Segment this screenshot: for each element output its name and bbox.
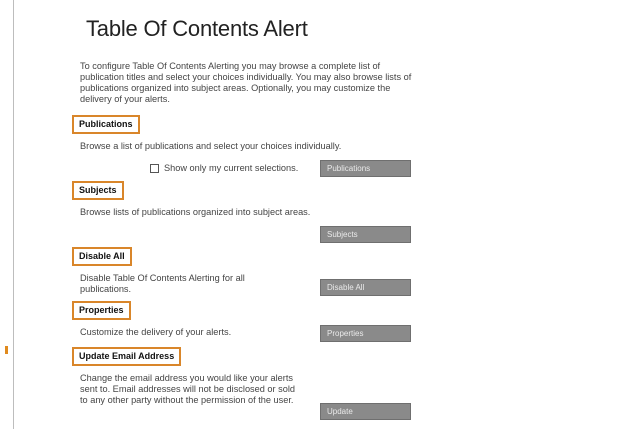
- properties-heading: Properties: [72, 301, 131, 320]
- publications-description: Browse a list of publications and select…: [80, 141, 342, 151]
- disable-all-description: Disable Table Of Contents Alerting for a…: [80, 273, 245, 294]
- show-current-selections-checkbox[interactable]: [150, 163, 159, 173]
- update-button[interactable]: Update: [320, 403, 411, 420]
- update-email-heading: Update Email Address: [72, 347, 182, 366]
- page-frame: Table Of Contents Alert To configure Tab…: [0, 0, 644, 429]
- show-current-selections-row[interactable]: Show only my current selections.: [150, 163, 298, 173]
- publications-heading: Publications: [72, 115, 140, 134]
- edge-marker: [5, 346, 8, 354]
- show-current-selections-label: Show only my current selections.: [164, 163, 299, 173]
- page-title: Table Of Contents Alert: [86, 16, 308, 41]
- properties-description: Customize the delivery of your alerts.: [80, 327, 232, 337]
- subjects-button[interactable]: Subjects: [320, 226, 411, 243]
- subjects-heading: Subjects: [72, 181, 124, 200]
- publications-button[interactable]: Publications: [320, 160, 411, 177]
- disable-all-heading: Disable All: [72, 247, 132, 266]
- subjects-description: Browse lists of publications organized i…: [80, 207, 311, 217]
- intro-text: To configure Table Of Contents Alerting …: [80, 61, 412, 104]
- disable-all-button[interactable]: Disable All: [320, 279, 411, 296]
- update-email-description: Change the email address you would like …: [80, 373, 295, 405]
- left-divider: [13, 0, 14, 429]
- properties-button[interactable]: Properties: [320, 325, 411, 342]
